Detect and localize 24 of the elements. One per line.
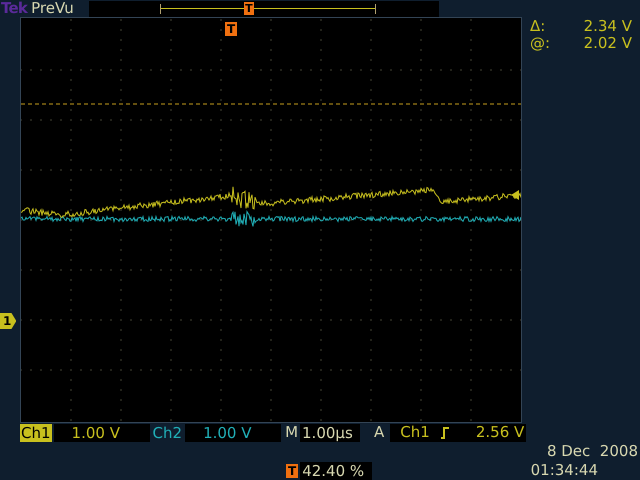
channel-scale: 1.00 V	[185, 424, 282, 442]
trigger-position-marker: T	[225, 22, 238, 36]
channel-marker: 1	[0, 313, 16, 330]
logo: Tek	[1, 1, 28, 16]
cursor-value: 2.34 V	[582, 19, 632, 34]
trigger-position-icon: T	[286, 464, 298, 478]
trigger-source: Ch1	[400, 425, 430, 440]
trigger-level: 2.56 V	[476, 425, 524, 440]
record-trigger-marker: T	[244, 2, 254, 15]
time: 01:34:44	[530, 463, 598, 478]
date: 8 Dec 2008	[546, 444, 638, 459]
timebase-value: 1.00µs	[300, 424, 360, 442]
trigger-label: A	[374, 425, 384, 440]
channel-label: Ch2	[152, 424, 184, 442]
channel-label: Ch1	[20, 424, 52, 442]
cursor-symbol: Δ:	[530, 19, 546, 34]
channel-scale: 1.00 V	[54, 424, 150, 442]
timebase-label: M	[285, 425, 298, 440]
rising-edge-icon	[440, 426, 450, 440]
cursor-value: 2.02 V	[582, 36, 632, 52]
cursor-symbol: @:	[530, 36, 552, 52]
trigger-position-value: 42.40 %	[300, 462, 372, 480]
mode-label: PreVu	[31, 1, 75, 16]
trigger-level-arrow	[511, 190, 519, 200]
